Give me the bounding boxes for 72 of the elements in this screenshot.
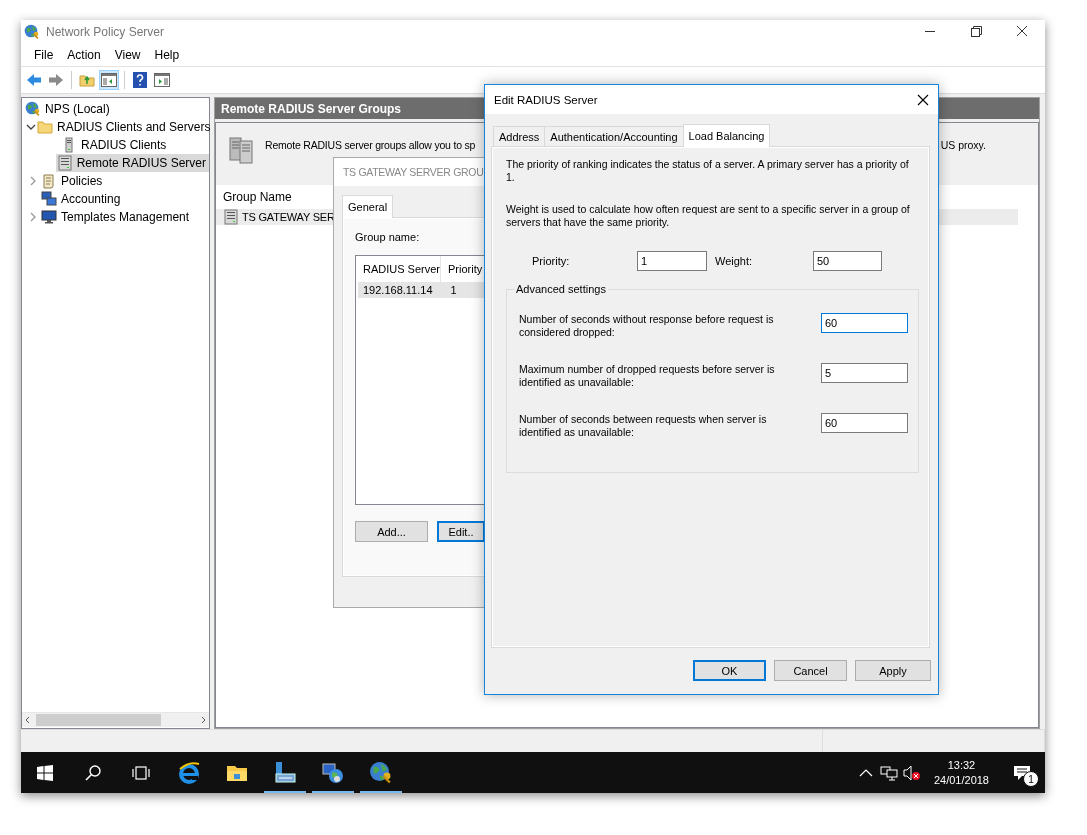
column-header[interactable]: Priority [441,256,485,282]
tree-item[interactable]: RADIUS Clients [60,136,170,154]
muted-speaker-icon[interactable] [902,764,923,781]
console-tree-icon[interactable] [99,70,119,90]
horizontal-scrollbar[interactable] [22,712,209,727]
column-header[interactable]: Group Name [223,190,292,204]
globe-key-icon [25,101,41,117]
description-text: US proxy. [940,139,986,151]
tab[interactable]: Load Balancing [682,124,771,147]
tab[interactable]: General [342,195,394,218]
weight-field[interactable]: 50 [813,251,882,271]
tree-item[interactable]: Remote RADIUS Server [55,154,209,172]
server-manager-icon[interactable] [273,760,297,785]
dialog-button[interactable]: OK [693,660,766,681]
globe-key-icon [369,760,393,785]
network-icon[interactable] [880,764,899,781]
tree-item[interactable]: Templates Management [40,208,193,226]
notification-count: 1 [1023,771,1039,787]
description-text: Remote RADIUS server groups allow you to sp [265,139,476,151]
number-field[interactable]: 60 [821,313,908,333]
menu-item[interactable]: File [27,47,61,62]
tree-item[interactable]: Accounting [40,190,124,208]
chevron-up-icon[interactable] [859,767,874,778]
dialog-button[interactable]: Add... [355,521,428,542]
dialog-button[interactable]: Apply [855,660,931,681]
tree-item[interactable]: Policies [40,172,106,190]
app-globe-icon [24,23,40,40]
monitor-icon [41,209,57,225]
task-view-icon[interactable] [131,764,151,781]
servers-icon [228,136,256,164]
menu-item[interactable]: View [107,47,148,62]
setting-label: Number of seconds between requests when server is identified as unavailable: [519,413,768,439]
description-text: Weight is used to calculate how often request are sent to a specific server in a group of servers that have the same priority. [506,203,911,229]
field-label: Group name: [355,231,421,243]
help-icon[interactable] [130,70,150,90]
action-pane-icon[interactable] [152,70,172,90]
clock-date: 24/01/2018 [933,772,989,788]
collapsed-chevron-icon[interactable] [28,212,38,222]
clock[interactable]: 13:32 24/01/2018 [923,757,999,788]
tab[interactable]: Address [493,126,546,146]
expanded-chevron-icon[interactable] [26,122,36,132]
tree-item[interactable]: NPS (Local) [24,100,113,118]
priority-field[interactable]: 1 [637,251,707,271]
computers-icon [41,191,57,207]
window-title: Network Policy Server [46,24,166,39]
dialog-title: TS GATEWAY SERVER GROU [343,166,485,178]
scroll-icon [41,173,57,189]
tab[interactable]: Authentication/Accounting [544,126,684,146]
clock-time: 13:32 [947,757,976,773]
network-globe-icon[interactable] [321,760,345,785]
search-icon[interactable] [84,763,102,782]
server-rack-icon [223,209,239,225]
menu-item[interactable]: Action [60,47,108,62]
collapsed-chevron-icon[interactable] [28,176,38,186]
folder-icon [37,119,53,135]
number-field[interactable]: 60 [821,413,908,433]
description-text: The priority of ranking indicates the status of a server. A primary server has a priority of 1. [506,158,910,184]
dialog-button[interactable]: Edit.. [437,521,485,542]
close-icon[interactable] [917,93,929,106]
list-row[interactable]: 192.168.11.14 1 [358,282,485,298]
number-field[interactable]: 5 [821,363,908,383]
field-label: Weight: [714,255,754,267]
setting-label: Maximum number of dropped requests before server is identified as unavailable: [519,363,776,389]
group-title: Advanced settings [515,283,607,295]
field-label: Priority: [531,255,571,267]
server-rack-icon [56,155,73,171]
tree-item[interactable]: RADIUS Clients and Servers [36,118,214,136]
menu-item[interactable]: Help [147,47,187,62]
browser-icon[interactable] [177,760,201,785]
windows-logo-icon[interactable] [37,764,53,781]
dialog-button[interactable]: Cancel [774,660,847,681]
setting-label: Number of seconds without response before request is considered dropped: [519,313,775,339]
